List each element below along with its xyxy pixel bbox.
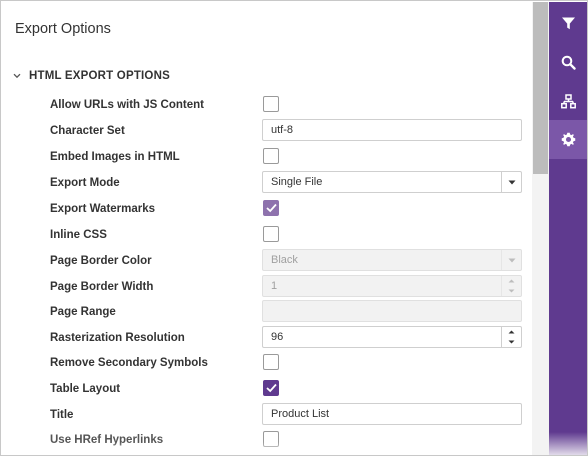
option-row-table-layout: Table Layout xyxy=(2,377,532,401)
export-watermarks-checkbox[interactable] xyxy=(263,200,279,216)
caret-down-icon xyxy=(508,340,515,344)
field-value: Product List xyxy=(271,408,330,420)
option-label: Page Range xyxy=(50,306,116,318)
filter-button[interactable] xyxy=(549,4,587,43)
option-row-title: Title Product List xyxy=(2,403,532,427)
option-row-rasterization-resolution: Rasterization Resolution 96 xyxy=(2,326,532,350)
caret-down-icon xyxy=(508,258,515,262)
search-icon xyxy=(561,55,576,70)
table-layout-checkbox[interactable] xyxy=(263,380,279,396)
use-href-hyperlinks-checkbox[interactable] xyxy=(263,431,279,447)
option-label: Use HRef Hyperlinks xyxy=(50,434,164,446)
option-row-page-border-color: Page Border Color Black xyxy=(2,249,532,273)
spin-up-button[interactable] xyxy=(502,327,521,337)
export-options-panel: Export Options HTML EXPORT OPTIONS Allow… xyxy=(2,2,532,455)
gear-icon xyxy=(561,132,576,147)
side-nav xyxy=(549,2,587,455)
option-label: Page Border Color xyxy=(50,255,152,267)
page-range-input[interactable] xyxy=(262,300,522,322)
option-row-allow-urls-js: Allow URLs with JS Content xyxy=(2,93,532,117)
document-map-icon xyxy=(561,94,576,109)
export-mode-select[interactable]: Single File xyxy=(262,171,522,193)
scrollbar-thumb[interactable] xyxy=(533,2,548,174)
option-label: Character Set xyxy=(50,125,125,137)
caret-up-icon xyxy=(508,279,515,283)
option-label: Title xyxy=(50,409,74,421)
spinner-buttons xyxy=(501,327,521,347)
option-label: Allow URLs with JS Content xyxy=(50,99,204,111)
vertical-scrollbar[interactable] xyxy=(532,2,549,455)
group-title: HTML EXPORT OPTIONS xyxy=(29,70,170,82)
option-row-page-border-width: Page Border Width 1 xyxy=(2,275,532,299)
remove-secondary-symbols-checkbox[interactable] xyxy=(263,354,279,370)
chevron-down-icon xyxy=(12,71,22,81)
check-icon xyxy=(266,203,277,213)
option-row-export-mode: Export Mode Single File xyxy=(2,171,532,195)
check-icon xyxy=(266,383,277,393)
caret-down-icon xyxy=(508,289,515,293)
option-label: Inline CSS xyxy=(50,229,107,241)
option-row-embed-images: Embed Images in HTML xyxy=(2,145,532,169)
page-border-width-spinner[interactable]: 1 xyxy=(262,275,522,297)
rasterization-resolution-spinner[interactable]: 96 xyxy=(262,326,522,348)
field-value: Black xyxy=(271,254,298,266)
option-label: Export Watermarks xyxy=(50,203,156,215)
option-label: Remove Secondary Symbols xyxy=(50,357,208,369)
export-options-button[interactable] xyxy=(549,120,587,159)
option-row-remove-secondary-symbols: Remove Secondary Symbols xyxy=(2,351,532,375)
filter-icon xyxy=(562,17,575,30)
spin-down-button[interactable] xyxy=(502,337,521,347)
option-label: Page Border Width xyxy=(50,281,154,293)
allow-urls-js-checkbox[interactable] xyxy=(263,96,279,112)
document-map-button[interactable] xyxy=(549,82,587,121)
spin-down-button[interactable] xyxy=(502,286,521,296)
embed-images-checkbox[interactable] xyxy=(263,148,279,164)
option-label: Export Mode xyxy=(50,177,120,189)
option-row-character-set: Character Set utf-8 xyxy=(2,119,532,143)
panel-title: Export Options xyxy=(15,21,111,37)
export-options-window: Export Options HTML EXPORT OPTIONS Allow… xyxy=(0,0,588,456)
character-set-input[interactable]: utf-8 xyxy=(262,119,522,141)
inline-css-checkbox[interactable] xyxy=(263,226,279,242)
option-label: Rasterization Resolution xyxy=(50,332,185,344)
field-value: utf-8 xyxy=(271,124,294,136)
option-row-page-range: Page Range xyxy=(2,300,532,324)
spin-up-button[interactable] xyxy=(502,276,521,286)
page-border-color-select[interactable]: Black xyxy=(262,249,522,271)
caret-down-icon xyxy=(508,180,515,184)
search-button[interactable] xyxy=(549,43,587,82)
field-value: 1 xyxy=(271,280,278,292)
option-row-inline-css: Inline CSS xyxy=(2,223,532,247)
field-value: Single File xyxy=(271,176,323,188)
option-row-export-watermarks: Export Watermarks xyxy=(2,197,532,221)
spinner-buttons xyxy=(501,276,521,296)
option-row-use-href-hyperlinks: Use HRef Hyperlinks xyxy=(2,428,532,452)
field-value: 96 xyxy=(271,331,284,343)
option-label: Table Layout xyxy=(50,383,121,395)
nav-bottom-fade xyxy=(549,432,587,455)
dropdown-button[interactable] xyxy=(501,172,521,192)
dropdown-button[interactable] xyxy=(501,250,521,270)
option-label: Embed Images in HTML xyxy=(50,151,180,163)
title-input[interactable]: Product List xyxy=(262,403,522,425)
html-export-options-group-header[interactable]: HTML EXPORT OPTIONS xyxy=(12,68,170,84)
caret-up-icon xyxy=(508,330,515,334)
